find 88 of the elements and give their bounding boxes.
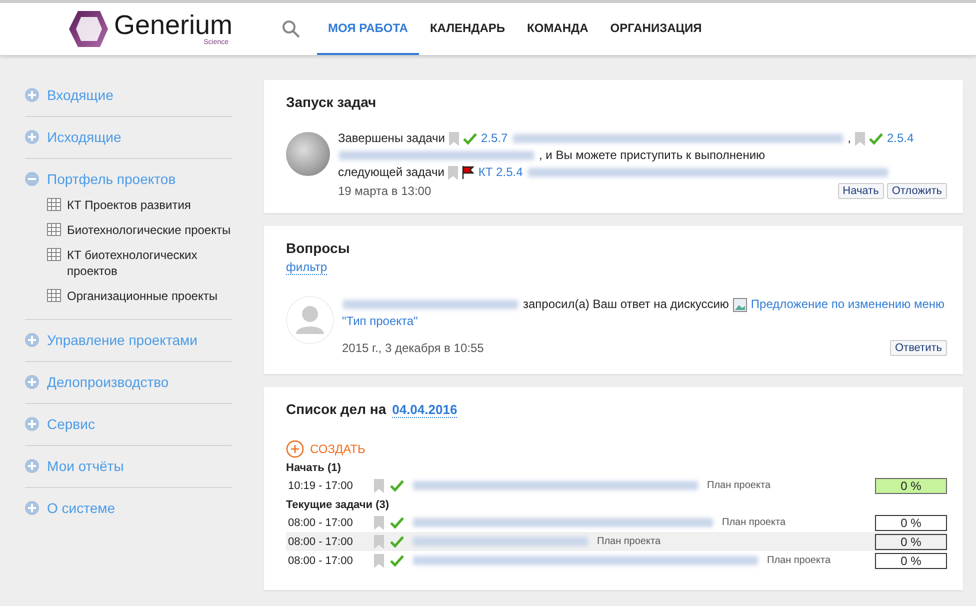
sidebar-subitem[interactable]: Организационные проекты bbox=[67, 288, 232, 304]
discussion-link[interactable]: Предложение по изменению меню bbox=[750, 296, 944, 313]
sidebar-item[interactable]: Исходящие bbox=[47, 129, 122, 145]
comma-text: , bbox=[848, 130, 851, 147]
progress-box: 0 % bbox=[875, 534, 947, 550]
image-icon bbox=[732, 298, 747, 312]
bookmark-icon[interactable] bbox=[855, 132, 865, 146]
bookmark-icon[interactable] bbox=[374, 554, 384, 568]
table-icon bbox=[47, 198, 61, 211]
group-heading: Начать (1) bbox=[286, 462, 342, 474]
logo-wordmark: Generium bbox=[114, 12, 233, 39]
expander-icon[interactable] bbox=[25, 172, 39, 186]
expander-icon[interactable] bbox=[25, 375, 39, 389]
source-label: План проекта bbox=[767, 555, 831, 566]
task-link[interactable]: 2.5.4 bbox=[887, 130, 914, 147]
sidebar-item[interactable]: О системе bbox=[47, 500, 116, 516]
checkmark-icon bbox=[390, 536, 404, 548]
task-row[interactable]: 08:00 - 17:00 План проекта 0 % bbox=[286, 532, 947, 551]
user-avatar-icon bbox=[286, 296, 334, 344]
sidebar-subitem[interactable]: КТ Проектов развития bbox=[67, 197, 232, 213]
expander-icon[interactable] bbox=[25, 459, 39, 473]
expander-icon[interactable] bbox=[25, 88, 39, 102]
sidebar-item[interactable]: Портфель проектов bbox=[47, 171, 176, 187]
table-icon bbox=[47, 223, 61, 236]
nav-tab[interactable]: ОРГАНИЗАЦИЯ bbox=[599, 3, 713, 55]
task-link[interactable]: 2.5.7 bbox=[480, 130, 508, 147]
source-label: План проекта bbox=[707, 480, 771, 491]
card-title: Вопросы bbox=[286, 240, 351, 256]
time-range: 08:00 - 17:00 bbox=[288, 554, 354, 566]
message-text: Завершены задачи bbox=[338, 130, 445, 147]
action-button[interactable]: Отложить bbox=[886, 183, 947, 199]
task-link[interactable]: КТ 2.5.4 bbox=[478, 164, 523, 181]
nav-tab[interactable]: КАЛЕНДАРЬ bbox=[418, 3, 516, 55]
hexagon-logo-icon bbox=[68, 10, 108, 48]
expander-icon[interactable] bbox=[25, 417, 39, 431]
time-range: 08:00 - 17:00 bbox=[288, 536, 354, 548]
date-link[interactable]: 04.04.2016 bbox=[392, 402, 458, 418]
source-label: План проекта bbox=[722, 517, 786, 528]
bookmark-icon[interactable] bbox=[374, 478, 384, 492]
task-row[interactable]: 08:00 - 17:00 План проекта 0 % bbox=[286, 551, 947, 570]
sidebar-item[interactable]: Управление проектами bbox=[47, 332, 198, 348]
bookmark-icon[interactable] bbox=[448, 132, 459, 146]
expander-icon[interactable] bbox=[25, 333, 39, 347]
message-text: следующей задачи bbox=[338, 164, 444, 181]
message-text: запросил(а) Ваш ответ на дискуссию bbox=[523, 296, 729, 313]
photo-placeholder bbox=[286, 132, 330, 176]
filter-link[interactable]: фильтр bbox=[286, 260, 328, 275]
source-label: План проекта bbox=[597, 536, 661, 547]
table-icon bbox=[47, 248, 61, 261]
progress-box: 0 % bbox=[875, 478, 947, 494]
nav-tab[interactable]: МОЯ РАБОТА bbox=[317, 3, 419, 55]
nav-tab[interactable]: КОМАНДА bbox=[516, 3, 600, 55]
checkmark-icon bbox=[390, 480, 404, 492]
sidebar-subitem[interactable]: Биотехнологические проекты bbox=[67, 222, 232, 238]
action-button[interactable]: Начать bbox=[838, 183, 884, 199]
discussion-link[interactable]: "Тип проекта" bbox=[342, 313, 418, 330]
timestamp: 2015 г., 3 декабря в 10:55 bbox=[342, 341, 484, 355]
table-icon bbox=[47, 289, 61, 302]
sidebar-item[interactable]: Сервис bbox=[47, 416, 95, 432]
sidebar-subitem[interactable]: КТ биотехнологических проектов bbox=[67, 247, 232, 279]
sidebar-item[interactable]: Делопроизводство bbox=[47, 374, 169, 390]
search-icon[interactable] bbox=[282, 20, 300, 38]
plus-circle-icon bbox=[286, 440, 304, 458]
checkmark-icon bbox=[390, 554, 404, 566]
bookmark-icon[interactable] bbox=[448, 166, 458, 180]
expander-icon[interactable] bbox=[25, 501, 39, 515]
time-range: 08:00 - 17:00 bbox=[288, 516, 354, 528]
card-title: Список дел на bbox=[286, 401, 386, 417]
bookmark-icon[interactable] bbox=[374, 534, 384, 548]
bookmark-icon[interactable] bbox=[374, 516, 384, 530]
timestamp: 19 марта в 13:00 bbox=[338, 184, 432, 198]
task-row[interactable]: 08:00 - 17:00 План проекта 0 % bbox=[286, 513, 947, 532]
checkmark-icon bbox=[462, 132, 477, 144]
progress-box: 0 % bbox=[875, 514, 947, 530]
group-heading: Текущие задачи (3) bbox=[286, 499, 390, 511]
expander-icon[interactable] bbox=[25, 130, 39, 144]
sidebar-item[interactable]: Мои отчёты bbox=[47, 458, 124, 474]
message-text: , и Вы можете приступить к выполнению bbox=[539, 147, 766, 164]
task-row[interactable]: 10:19 - 17:00 План проекта 0 % bbox=[286, 476, 947, 495]
reply-button[interactable]: Ответить bbox=[890, 340, 947, 356]
create-button[interactable]: СОЗДАТЬ bbox=[286, 440, 366, 458]
card-title: Запуск задач bbox=[286, 94, 378, 110]
checkmark-icon bbox=[390, 516, 404, 528]
sidebar-item[interactable]: Входящие bbox=[47, 87, 114, 103]
checkmark-icon bbox=[869, 132, 883, 144]
progress-box: 0 % bbox=[875, 552, 947, 568]
time-range: 10:19 - 17:00 bbox=[288, 480, 354, 492]
flag-icon bbox=[462, 166, 474, 179]
